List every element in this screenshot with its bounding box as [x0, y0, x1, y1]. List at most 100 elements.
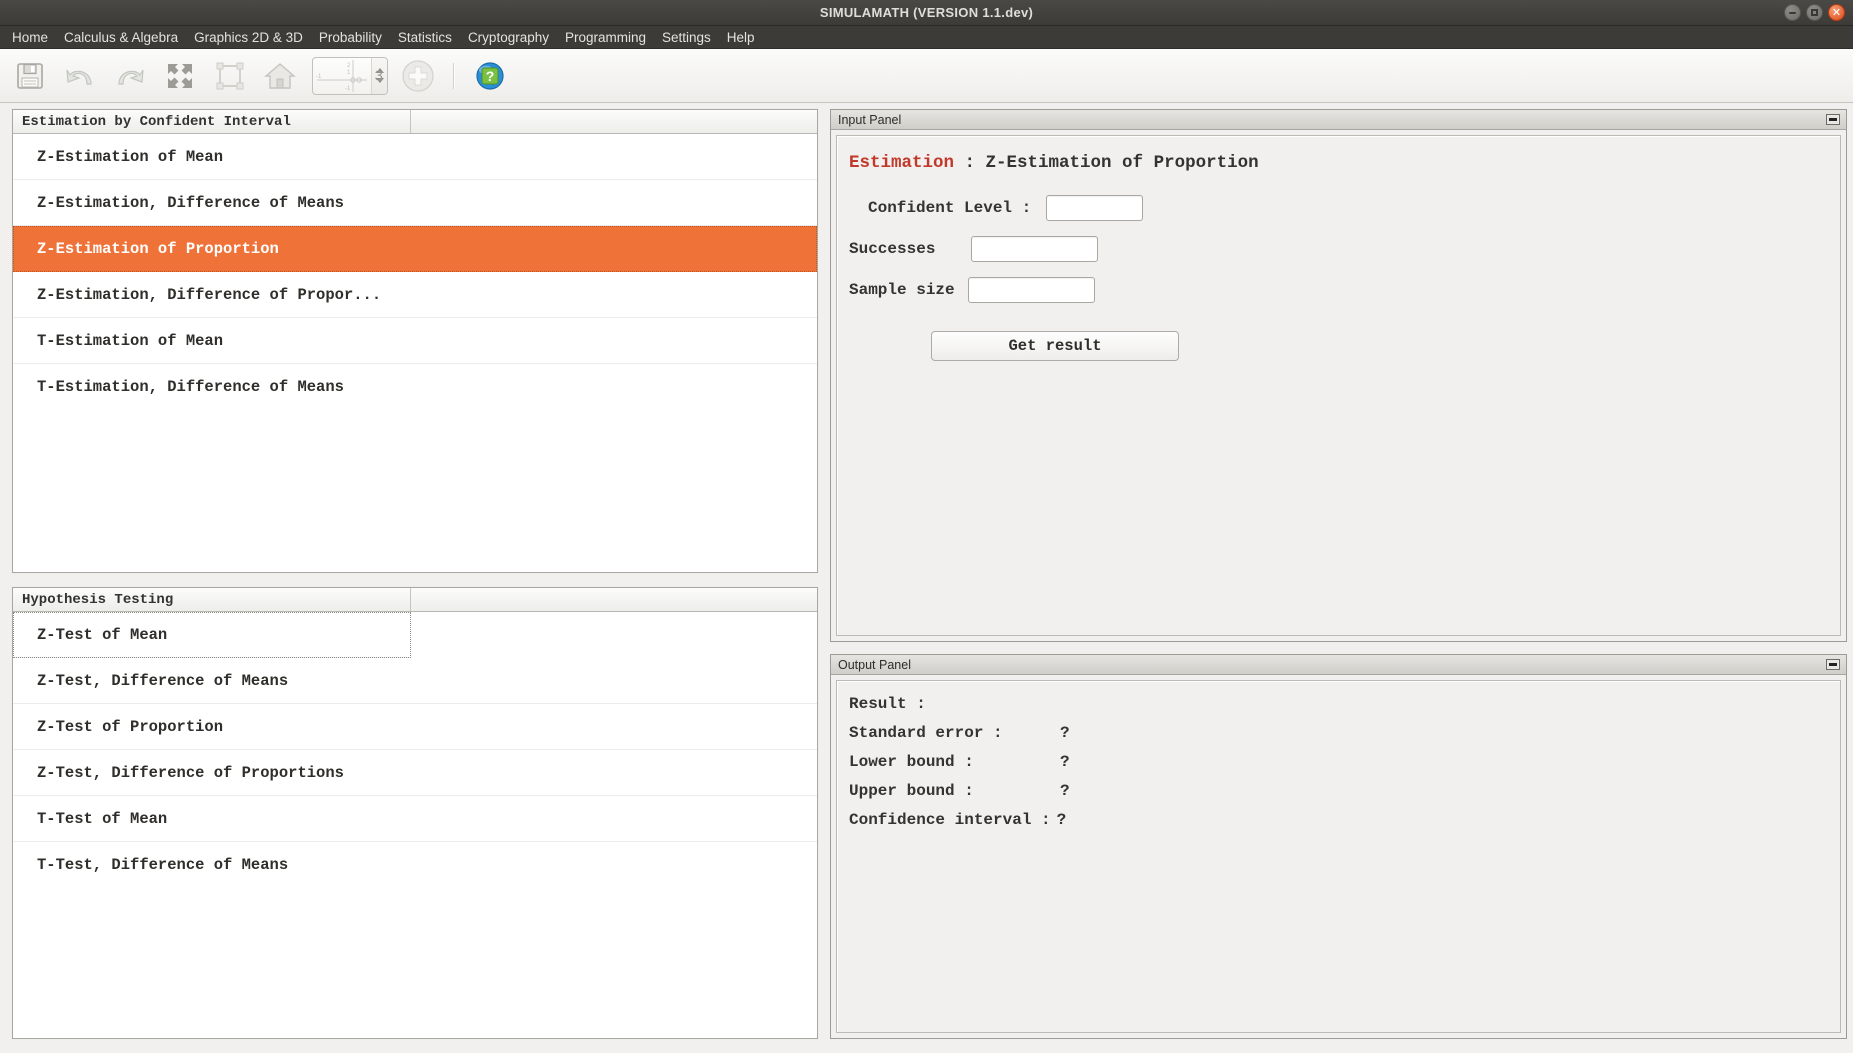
save-button[interactable]	[8, 54, 52, 98]
select-frame-button[interactable]	[208, 54, 252, 98]
estimation-table: Estimation by Confident Interval Z-Estim…	[12, 109, 818, 573]
svg-text:-1: -1	[345, 86, 351, 92]
plus-circle-icon	[402, 59, 434, 92]
main-content: Estimation by Confident Interval Z-Estim…	[0, 103, 1853, 1053]
home-button[interactable]	[258, 54, 302, 98]
menu-item-calculus-algebra[interactable]: Calculus & Algebra	[56, 28, 186, 47]
svg-text:-1: -1	[316, 74, 322, 80]
minimize-icon	[1829, 663, 1837, 666]
maximize-button[interactable]	[1806, 4, 1823, 21]
hypothesis-table: Hypothesis Testing Z-Test of Mean Z-Test…	[12, 587, 818, 1039]
output-panel-titlebar: Output Panel	[831, 655, 1846, 675]
sample-size-input[interactable]	[967, 277, 1095, 303]
expand-arrows-button[interactable]	[158, 54, 202, 98]
estimation-table-header-spacer	[411, 110, 817, 133]
confidence-interval-value: ?	[1056, 811, 1067, 829]
toolbar-separator	[453, 62, 455, 89]
menubar: Home Calculus & Algebra Graphics 2D & 3D…	[0, 26, 1853, 49]
input-panel-heading-rest: : Z-Estimation of Proportion	[954, 153, 1259, 173]
menu-item-cryptography[interactable]: Cryptography	[460, 28, 557, 47]
window-titlebar: SIMULAMATH (VERSION 1.1.dev) ✕	[0, 0, 1853, 26]
maximize-icon	[1811, 9, 1818, 16]
hypothesis-table-body: Z-Test of Mean Z-Test, Difference of Mea…	[13, 612, 817, 1038]
right-column: Input Panel Estimation : Z-Estimation of…	[830, 109, 1847, 1039]
confidence-interval-label: Confidence interval :	[849, 811, 1051, 829]
output-panel-minimize-button[interactable]	[1826, 659, 1840, 670]
list-item[interactable]: Z-Estimation of Mean	[13, 134, 817, 180]
redo-icon	[118, 69, 144, 85]
list-item[interactable]: Z-Estimation, Difference of Means	[13, 180, 817, 226]
select-frame-icon	[216, 62, 244, 89]
input-panel: Input Panel Estimation : Z-Estimation of…	[830, 109, 1847, 642]
successes-row: Successes	[837, 236, 1840, 262]
result-label: Result :	[849, 695, 926, 713]
menu-item-statistics[interactable]: Statistics	[390, 28, 460, 47]
lower-bound-label: Lower bound :	[849, 753, 974, 771]
spinner-value: 3	[374, 67, 383, 84]
window-controls: ✕	[1784, 0, 1845, 25]
confident-level-input[interactable]	[1046, 195, 1144, 221]
list-item[interactable]: Z-Test, Difference of Means	[13, 658, 817, 704]
list-item[interactable]: Z-Test of Proportion	[13, 704, 817, 750]
list-item[interactable]: Z-Test, Difference of Proportions	[13, 750, 817, 796]
estimation-table-header: Estimation by Confident Interval	[13, 110, 817, 134]
list-item-focused[interactable]: Z-Test of Mean	[13, 612, 411, 658]
zoom-in-button[interactable]	[396, 54, 440, 98]
menu-item-probability[interactable]: Probability	[311, 28, 390, 47]
minimize-button[interactable]	[1784, 4, 1801, 21]
list-item[interactable]: T-Estimation of Mean	[13, 318, 817, 364]
upper-bound-value: ?	[1060, 782, 1070, 800]
window-title: SIMULAMATH (VERSION 1.1.dev)	[819, 5, 1034, 20]
left-column: Estimation by Confident Interval Z-Estim…	[12, 109, 818, 1039]
close-icon: ✕	[1831, 6, 1842, 19]
list-item-selected[interactable]: Z-Estimation of Proportion	[13, 226, 817, 272]
svg-text:1: 1	[347, 70, 351, 76]
close-button[interactable]: ✕	[1828, 4, 1845, 21]
output-panel: Output Panel Result : Standard error : ?…	[830, 654, 1847, 1039]
confident-level-label: Confident Level :	[868, 199, 1032, 217]
help-button[interactable]: ?	[468, 54, 512, 98]
input-panel-title: Input Panel	[838, 112, 902, 127]
hypothesis-table-header-label: Hypothesis Testing	[13, 588, 411, 611]
menu-item-help[interactable]: Help	[719, 28, 763, 47]
undo-button[interactable]	[58, 54, 102, 98]
list-item[interactable]: T-Estimation, Difference of Means	[13, 364, 817, 410]
sample-size-label: Sample size	[849, 281, 955, 299]
estimation-table-header-label: Estimation by Confident Interval	[13, 110, 411, 133]
standard-error-line: Standard error : ?	[837, 724, 1840, 742]
estimation-table-body: Z-Estimation of Mean Z-Estimation, Diffe…	[13, 134, 817, 572]
output-panel-body: Result : Standard error : ? Lower bound …	[836, 680, 1841, 1033]
list-item[interactable]: T-Test, Difference of Means	[13, 842, 817, 888]
svg-text:2: 2	[347, 63, 351, 69]
input-panel-heading-accent: Estimation	[849, 153, 955, 173]
lower-bound-value: ?	[1060, 753, 1070, 771]
minimize-icon	[1789, 11, 1796, 14]
toolbar: 2 1 -1 -1 3 ?	[0, 49, 1853, 103]
svg-text:?: ?	[486, 68, 495, 84]
expand-arrows-icon	[168, 63, 192, 88]
input-panel-heading: Estimation : Z-Estimation of Proportion	[849, 153, 1840, 173]
menu-item-graphics[interactable]: Graphics 2D & 3D	[186, 28, 311, 47]
spinner-axis-graphic: 2 1 -1 -1	[313, 58, 371, 94]
grid-step-spinner[interactable]: 2 1 -1 -1 3	[312, 56, 388, 95]
list-item[interactable]: T-Test of Mean	[13, 796, 817, 842]
menu-item-programming[interactable]: Programming	[557, 28, 654, 47]
sample-size-row: Sample size	[837, 277, 1840, 303]
save-icon	[17, 62, 43, 89]
standard-error-label: Standard error :	[849, 724, 1003, 742]
upper-bound-label: Upper bound :	[849, 782, 974, 800]
get-result-button[interactable]: Get result	[931, 331, 1179, 361]
hypothesis-table-header-spacer	[411, 588, 817, 611]
help-globe-icon: ?	[476, 61, 504, 90]
input-panel-minimize-button[interactable]	[1826, 114, 1840, 125]
successes-input[interactable]	[971, 236, 1099, 262]
menu-item-settings[interactable]: Settings	[654, 28, 719, 47]
redo-button[interactable]	[108, 54, 152, 98]
list-item[interactable]: Z-Estimation, Difference of Propor...	[13, 272, 817, 318]
minimize-icon	[1829, 118, 1837, 121]
menu-item-home[interactable]: Home	[4, 28, 56, 47]
home-icon	[264, 62, 296, 89]
hypothesis-table-header: Hypothesis Testing	[13, 588, 817, 612]
confidence-interval-line: Confidence interval : ?	[837, 811, 1840, 829]
input-panel-titlebar: Input Panel	[831, 110, 1846, 130]
